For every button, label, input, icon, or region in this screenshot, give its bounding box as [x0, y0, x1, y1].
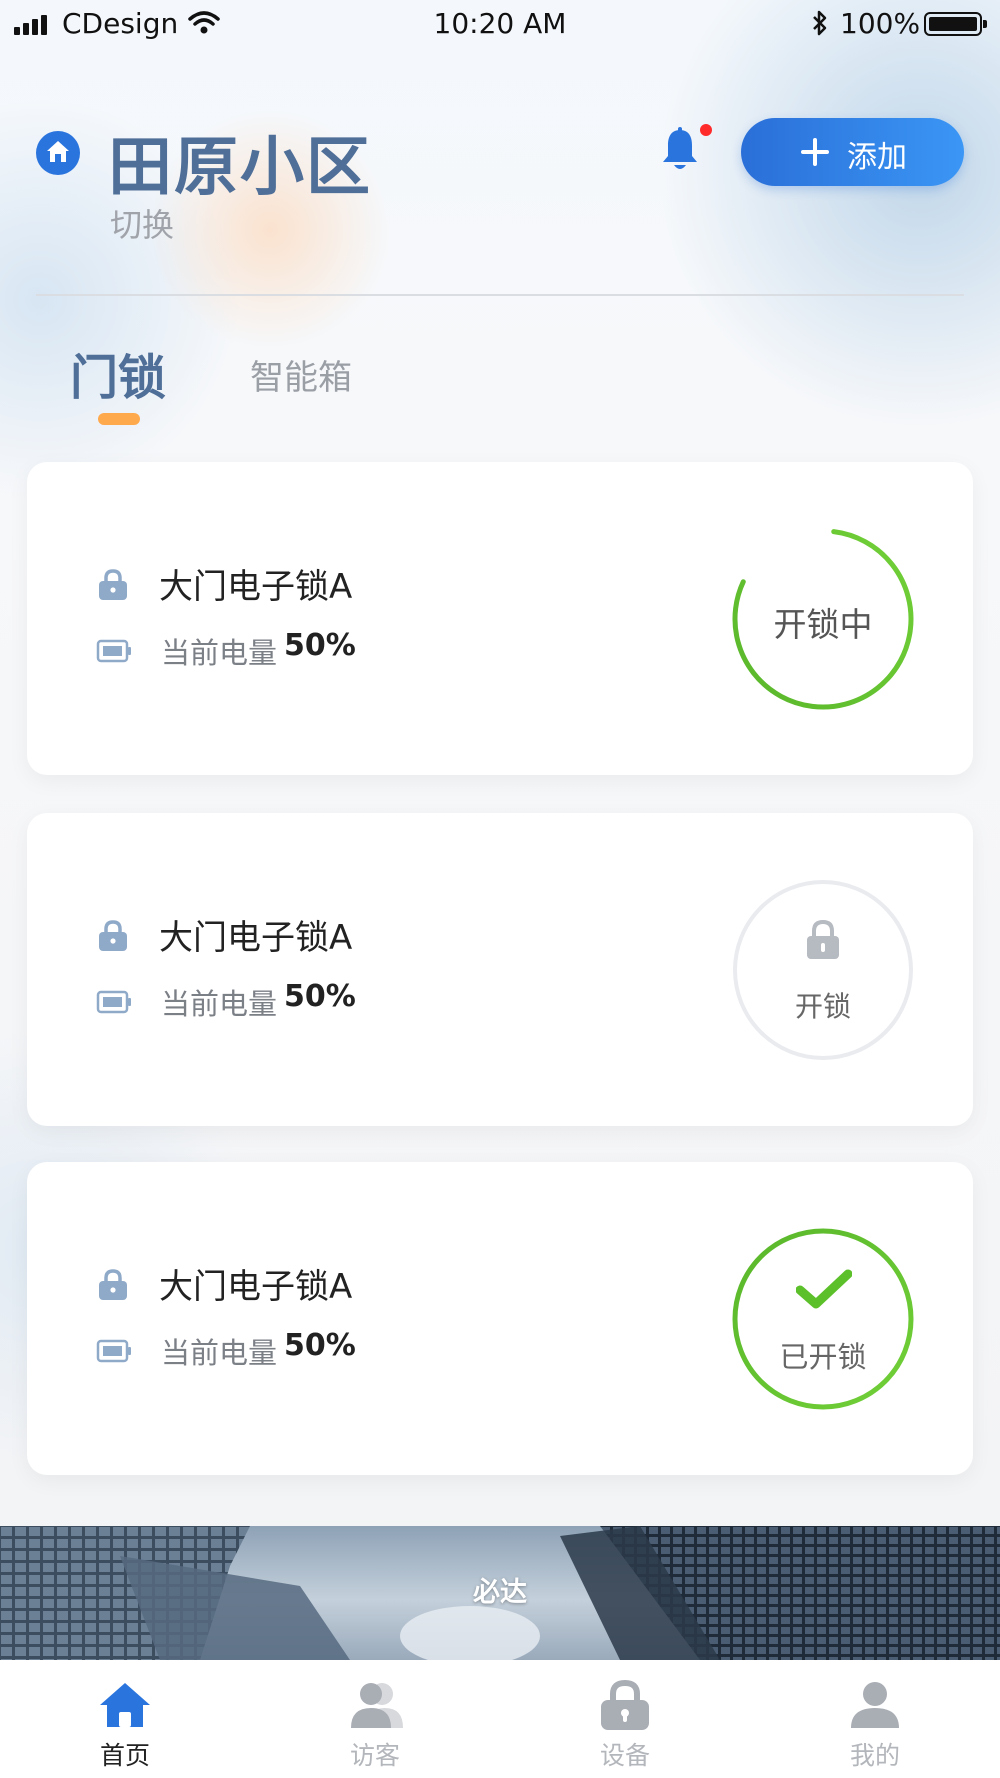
tab-visitors[interactable]: 访客 — [250, 1660, 500, 1778]
battery-value: 50% — [284, 979, 356, 1014]
device-lock-icon — [601, 1680, 649, 1730]
battery-percent: 100% — [840, 7, 921, 40]
unlocked-status-label: 已开锁 — [779, 1340, 867, 1374]
bottom-tab-bar: 首页 访客 设备 我的 — [0, 1660, 1000, 1778]
switch-community-link[interactable]: 切换 — [110, 200, 174, 246]
unlocked-status-button[interactable]: 已开锁 — [730, 1226, 916, 1412]
padlock-icon — [807, 919, 839, 959]
app-screen: CDesign 10:20 AM 100% 田原小区 切换 添加 门锁 智能箱 … — [0, 0, 1000, 1778]
lock-icon — [99, 569, 127, 600]
header-divider — [36, 294, 964, 296]
battery-value: 50% — [284, 1328, 356, 1363]
tab-smart-box[interactable]: 智能箱 — [250, 350, 352, 399]
battery-level-icon — [96, 639, 131, 663]
notification-badge — [700, 124, 712, 136]
add-button-label: 添加 — [847, 140, 907, 175]
unlocking-progress-button[interactable]: 开锁中 — [730, 526, 916, 712]
lock-card: 大门电子锁A 当前电量 50% 开锁 — [27, 813, 973, 1126]
notification-bell-icon[interactable] — [660, 126, 700, 174]
battery-label: 当前电量 — [161, 987, 278, 1021]
battery-label: 当前电量 — [161, 1336, 278, 1370]
community-home-icon[interactable] — [36, 131, 80, 175]
lock-name: 大门电子锁A — [159, 918, 353, 958]
unlock-button-label: 开锁 — [794, 990, 851, 1023]
status-bar: CDesign 10:20 AM 100% — [0, 0, 1000, 50]
tab-label: 首页 — [99, 1741, 150, 1770]
lock-name: 大门电子锁A — [159, 1267, 353, 1307]
tab-devices[interactable]: 设备 — [500, 1660, 750, 1778]
lock-name: 大门电子锁A — [159, 567, 353, 607]
battery-fill — [929, 17, 977, 31]
home-icon — [100, 1683, 150, 1727]
battery-icon — [924, 12, 987, 36]
tab-profile[interactable]: 我的 — [750, 1660, 1000, 1778]
profile-icon — [851, 1682, 899, 1728]
unlocking-status-label: 开锁中 — [773, 605, 873, 644]
checkmark-icon — [796, 1269, 852, 1309]
lock-icon — [99, 1269, 127, 1300]
active-tab-indicator — [98, 413, 140, 425]
battery-value: 50% — [284, 628, 356, 663]
promo-banner[interactable]: 必达 — [0, 1526, 1000, 1660]
tab-home[interactable]: 首页 — [0, 1660, 250, 1778]
tab-label: 访客 — [349, 1741, 400, 1770]
bluetooth-icon — [813, 10, 827, 36]
battery-label: 当前电量 — [161, 636, 278, 670]
plus-icon — [801, 138, 829, 166]
unlock-button[interactable]: 开锁 — [730, 877, 916, 1063]
community-title: 田原小区 — [108, 131, 372, 205]
battery-level-icon — [96, 1339, 131, 1363]
add-button[interactable]: 添加 — [741, 118, 964, 186]
tab-door-lock[interactable]: 门锁 — [70, 338, 166, 408]
battery-level-icon — [96, 990, 131, 1014]
visitors-icon — [351, 1683, 403, 1728]
lock-icon — [99, 920, 127, 951]
banner-title: 必达 — [473, 1577, 527, 1608]
tab-label: 我的 — [849, 1741, 900, 1770]
lock-card: 大门电子锁A 当前电量 50% 已开锁 — [27, 1162, 973, 1475]
lock-card: 大门电子锁A 当前电量 50% 开锁中 — [27, 462, 973, 775]
tab-label: 设备 — [599, 1741, 650, 1770]
